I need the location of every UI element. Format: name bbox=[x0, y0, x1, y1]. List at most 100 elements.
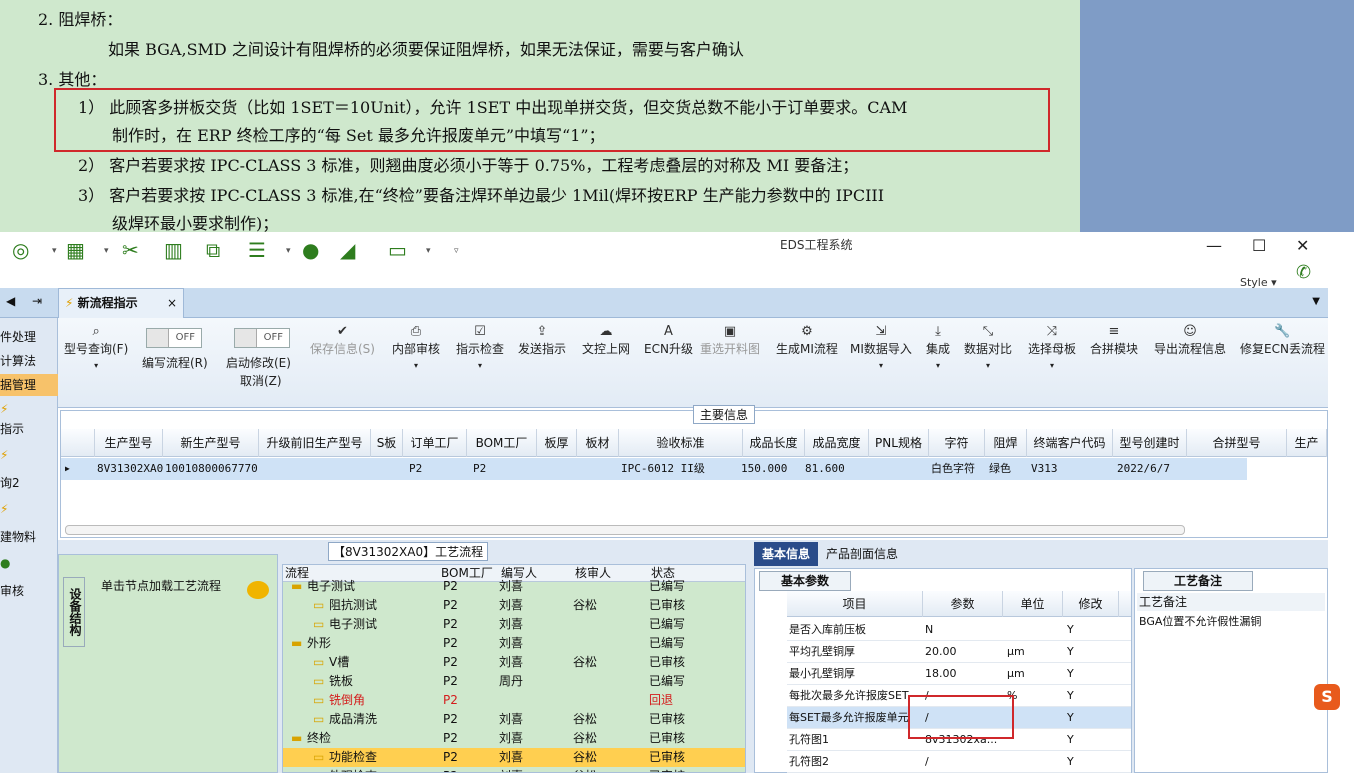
grid-header-cell[interactable]: 新生产型号 bbox=[163, 429, 259, 457]
tree-row[interactable]: ▬ 终检 P2 刘喜 谷松 已审核 bbox=[283, 729, 745, 748]
ribbon-instruction-check[interactable]: ☑ 指示检查 ▾ bbox=[456, 324, 504, 371]
ribbon-ecn-upgrade[interactable]: A ECN升级 bbox=[644, 324, 693, 357]
grid-header-cell[interactable]: 板厚 bbox=[537, 429, 577, 457]
maximize-icon[interactable]: ☐ bbox=[1252, 236, 1266, 255]
ribbon-doc-online[interactable]: ☁ 文控上网 bbox=[582, 324, 630, 357]
copy-icon[interactable]: ⧉ bbox=[206, 238, 220, 262]
ime-s-icon[interactable]: S bbox=[1314, 684, 1340, 710]
params-header-cell[interactable]: 项目 bbox=[787, 591, 923, 617]
tree-row[interactable]: ▭ 阻抗测试 P2 刘喜 谷松 已审核 bbox=[283, 596, 745, 615]
param-value[interactable]: / bbox=[925, 751, 1001, 773]
grid-cell[interactable]: 10010800067770 bbox=[165, 458, 258, 480]
grid-header-cell[interactable]: 阻焊 bbox=[985, 429, 1027, 457]
grid-cell[interactable]: 81.600 bbox=[805, 458, 845, 480]
grid-header-cell[interactable]: 成品宽度 bbox=[805, 429, 869, 457]
grid-header-cell[interactable]: S板 bbox=[371, 429, 403, 457]
sidebar-item-6[interactable]: 建物料 bbox=[0, 526, 58, 548]
sidebar-item-5[interactable]: 询2 bbox=[0, 472, 58, 494]
tree-row[interactable]: ▭ 外观检查 P2 刘喜 谷松 已审核 bbox=[283, 767, 745, 772]
grid-cell[interactable]: P2 bbox=[409, 458, 422, 480]
customize-arrow-icon[interactable]: ▿ bbox=[454, 246, 459, 256]
dropdown-arrow-icon[interactable]: ▾ bbox=[426, 246, 431, 256]
grid-cell[interactable]: 白色字符 bbox=[931, 458, 975, 480]
ribbon-reselect-cut-map[interactable]: ▣ 重选开料图 bbox=[700, 324, 760, 357]
tree-row[interactable]: ▭ 铣板 P2 周丹 已编写 bbox=[283, 672, 745, 691]
nav-pin-icon[interactable]: ⇥ bbox=[32, 294, 42, 308]
close-icon[interactable]: ✕ bbox=[1296, 236, 1309, 255]
film-icon[interactable]: ▥ bbox=[164, 238, 183, 262]
tree-row[interactable]: ▭ V槽 P2 刘喜 谷松 已审核 bbox=[283, 653, 745, 672]
ribbon-save-info[interactable]: ✔ 保存信息(S) bbox=[310, 324, 375, 357]
tab-process-notes[interactable]: 工艺备注 bbox=[1143, 571, 1253, 591]
tab-basic-info[interactable]: 基本信息 bbox=[754, 542, 818, 566]
grid-cell[interactable]: P2 bbox=[473, 458, 486, 480]
tree-row[interactable]: ▭ 功能检查 P2 刘喜 谷松 已审核 bbox=[283, 748, 745, 767]
grid-header-cell[interactable]: 合拼型号 bbox=[1187, 429, 1287, 457]
dropdown-arrow-icon[interactable]: ▾ bbox=[104, 246, 109, 256]
ribbon-model-query[interactable]: ⌕ 型号查询(F) ▾ bbox=[64, 324, 128, 371]
tree-row[interactable]: ▬ 电子测试 P2 刘喜 已编写 bbox=[283, 577, 745, 596]
grid-header-cell[interactable]: 订单工厂 bbox=[403, 429, 467, 457]
tab-dropdown-icon[interactable]: ▼ bbox=[1312, 296, 1320, 307]
params-header-cell[interactable]: 修改 bbox=[1063, 591, 1119, 617]
grid-cell[interactable]: 2022/6/7 bbox=[1117, 458, 1170, 480]
tab-close-icon[interactable]: × bbox=[167, 289, 177, 317]
ribbon-send-instruction[interactable]: ⇪ 发送指示 bbox=[518, 324, 566, 357]
grid-cell[interactable]: 绿色 bbox=[989, 458, 1011, 480]
grid-cell[interactable]: V313 bbox=[1031, 458, 1058, 480]
grid-header-cell[interactable]: 字符 bbox=[929, 429, 985, 457]
grid-cell[interactable]: IPC-6012 II级 bbox=[621, 458, 705, 480]
ribbon-fix-ecn-flow[interactable]: 🔧 修复ECN丢流程 bbox=[1240, 324, 1325, 357]
chat-bubble-icon[interactable] bbox=[247, 581, 269, 599]
sidebar-item-4[interactable]: 指示 bbox=[0, 418, 58, 440]
grid-header-cell[interactable]: 生产 bbox=[1287, 429, 1327, 457]
phone-icon[interactable]: ✆ bbox=[1296, 262, 1311, 283]
tree-row[interactable]: ▭ 成品清洗 P2 刘喜 谷松 已审核 bbox=[283, 710, 745, 729]
ribbon-export-flow[interactable]: ☺ 导出流程信息 bbox=[1154, 324, 1226, 357]
tab-device-structure[interactable]: 设备结构 bbox=[63, 577, 85, 647]
grid-cell[interactable]: 150.000 bbox=[741, 458, 787, 480]
area-chart-icon[interactable]: ◢ bbox=[340, 238, 355, 262]
tree-row[interactable]: ▬ 外形 P2 刘喜 已编写 bbox=[283, 634, 745, 653]
param-row[interactable]: 孔符图2 / Y bbox=[787, 751, 1131, 773]
ribbon-generate-mi[interactable]: ⚙ 生成MI流程 bbox=[776, 324, 838, 357]
grid-header-cell[interactable]: 型号创建时 bbox=[1113, 429, 1187, 457]
table-row[interactable]: ▶ 8V31302XA0 10010800067770 P2 P2 IPC-60… bbox=[61, 458, 1247, 480]
sidebar-item-7[interactable]: 审核 bbox=[0, 580, 58, 602]
tree-row[interactable]: ▭ 铣倒角 P2 回退 bbox=[283, 691, 745, 710]
ribbon-cancel[interactable]: 取消(Z) bbox=[240, 372, 282, 389]
grid-header-cell[interactable]: PNL规格 bbox=[869, 429, 929, 457]
notes-text[interactable]: BGA位置不允许假性漏铜 bbox=[1139, 613, 1261, 629]
ribbon-data-compare[interactable]: ⤡ 数据对比 ▾ bbox=[964, 324, 1012, 371]
sidebar-item-2[interactable]: 计算法 bbox=[0, 350, 58, 372]
grid-header-cell[interactable]: 验收标准 bbox=[619, 429, 743, 457]
grid-icon[interactable]: ▦ bbox=[66, 238, 85, 262]
sidebar-item-1[interactable]: 件处理 bbox=[0, 326, 58, 348]
horizontal-scrollbar[interactable] bbox=[65, 525, 1185, 535]
sidebar-item-3[interactable]: 据管理 bbox=[0, 374, 58, 396]
grid-header-cell[interactable]: 升级前旧生产型号 bbox=[259, 429, 371, 457]
ribbon-internal-review[interactable]: ⎙ 内部审核 ▾ bbox=[392, 324, 440, 371]
write-flow-toggle[interactable]: OFF bbox=[146, 328, 202, 348]
tab-new-flow[interactable]: ⚡ 新流程指示 × bbox=[58, 288, 184, 318]
list-icon[interactable]: ☰ bbox=[248, 238, 266, 262]
param-row[interactable]: 平均孔壁铜厚 20.00 μm Y bbox=[787, 641, 1131, 663]
scissors-icon[interactable]: ✂ bbox=[122, 238, 139, 262]
minimize-icon[interactable]: — bbox=[1206, 236, 1222, 255]
params-header-cell[interactable]: 参数 bbox=[923, 591, 1003, 617]
tree-row[interactable]: ▭ 电子测试 P2 刘喜 已编写 bbox=[283, 615, 745, 634]
grid-header-cell[interactable]: 板材 bbox=[577, 429, 619, 457]
grid-header-cell[interactable]: BOM工厂 bbox=[467, 429, 537, 457]
ribbon-mi-import[interactable]: ⇲ MI数据导入 ▾ bbox=[850, 324, 912, 371]
ring-icon[interactable]: ◎ bbox=[12, 238, 29, 262]
tab-basic-params[interactable]: 基本参数 bbox=[759, 571, 851, 591]
param-value[interactable]: N bbox=[925, 619, 1001, 641]
grid-header-cell[interactable]: 生产型号 bbox=[95, 429, 163, 457]
dropdown-arrow-icon[interactable]: ▾ bbox=[52, 246, 57, 256]
param-row[interactable]: 是否入库前压板 N Y bbox=[787, 619, 1131, 641]
user-icon[interactable]: ● bbox=[302, 238, 319, 262]
grid-cell[interactable]: 8V31302XA0 bbox=[97, 458, 163, 480]
ribbon-select-mother-board[interactable]: ⤨ 选择母板 ▾ bbox=[1028, 324, 1076, 371]
param-row[interactable]: 最小孔壁铜厚 18.00 μm Y bbox=[787, 663, 1131, 685]
param-value[interactable]: 18.00 bbox=[925, 663, 1001, 685]
